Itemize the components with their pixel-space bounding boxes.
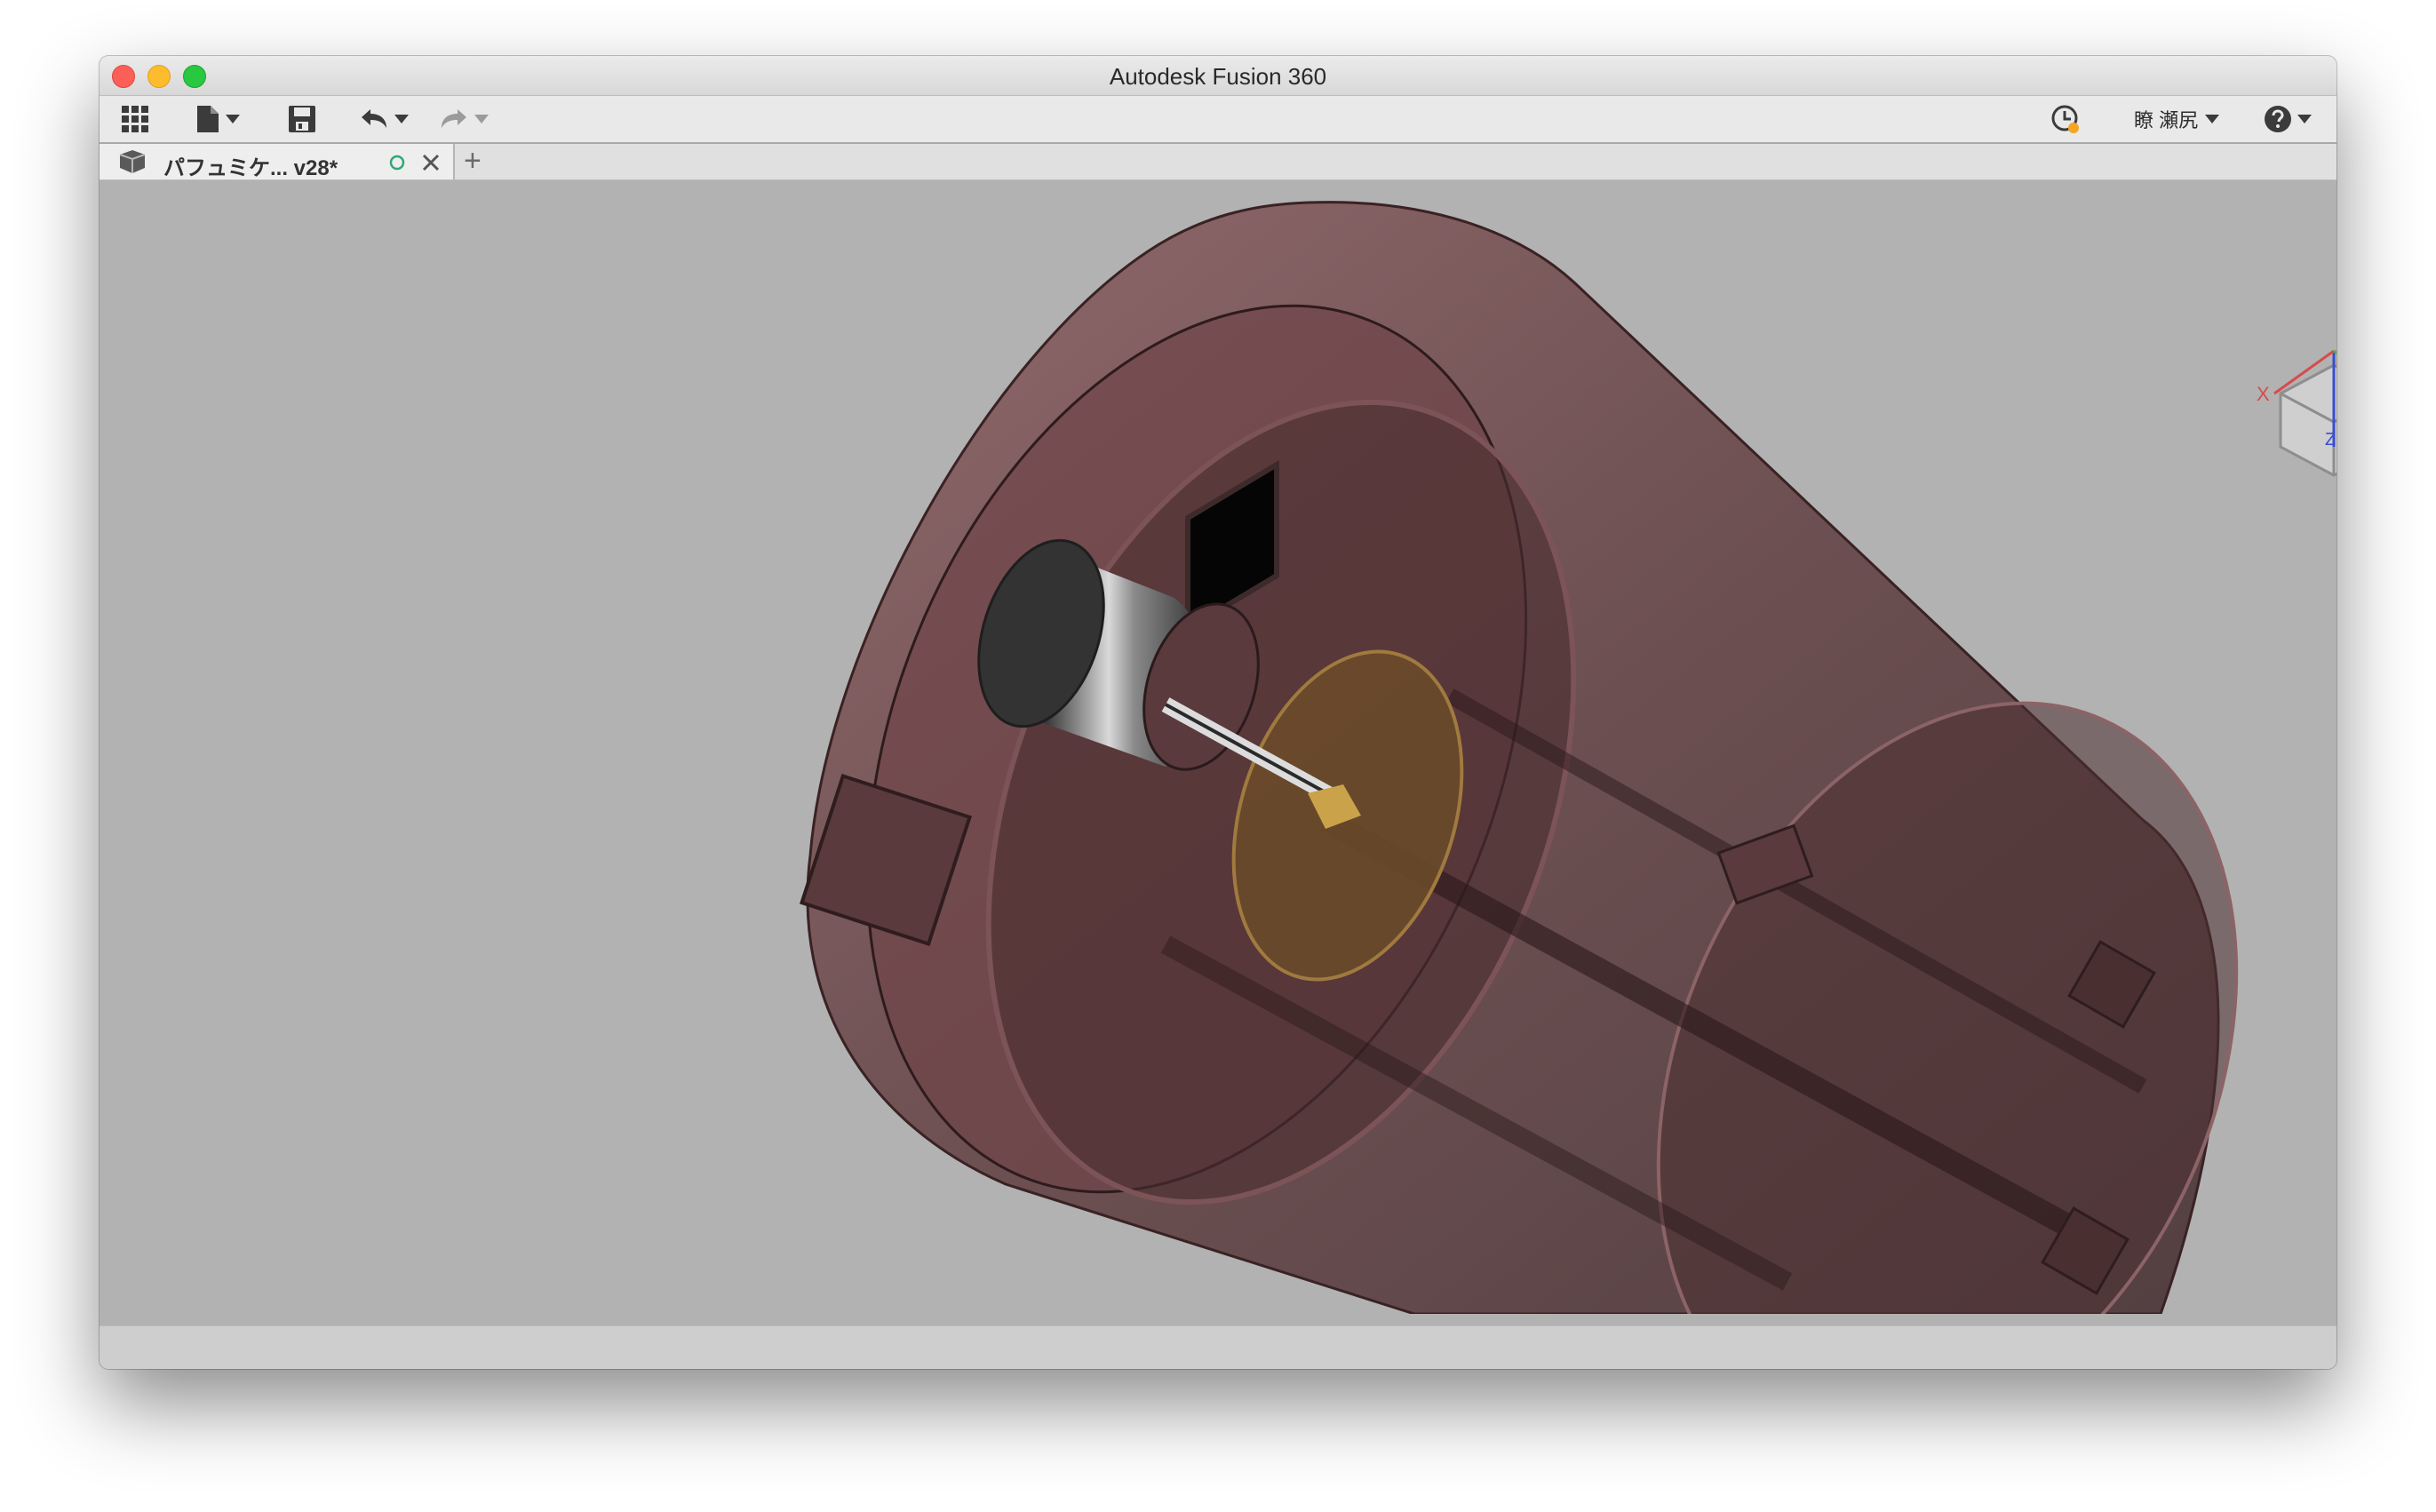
- undo-icon: [359, 107, 389, 131]
- save-icon: [288, 105, 316, 133]
- help-icon: [2264, 105, 2292, 133]
- view-cube[interactable]: X Z: [2257, 349, 2336, 477]
- component-icon: [117, 148, 147, 179]
- document-tab-bar: パフュミケ... v28* +: [100, 144, 2336, 180]
- undo-button[interactable]: [359, 105, 409, 133]
- help-menu-button[interactable]: [2264, 105, 2312, 133]
- file-menu-button[interactable]: [195, 105, 240, 133]
- viewcube-z-label: Z: [2325, 430, 2336, 450]
- user-account-menu[interactable]: 瞭 瀬尻: [2134, 105, 2220, 133]
- new-tab-button[interactable]: +: [464, 146, 482, 176]
- chevron-down-icon: [2205, 114, 2220, 124]
- app-grid-button[interactable]: [121, 105, 149, 133]
- redo-button[interactable]: [439, 105, 489, 133]
- title-bar: Autodesk Fusion 360: [100, 56, 2336, 96]
- 3d-viewport[interactable]: X Z: [100, 180, 2336, 1314]
- app-grid-icon: [121, 105, 149, 133]
- viewcube-x-label: X: [2257, 383, 2270, 405]
- job-status-button[interactable]: [2050, 105, 2081, 133]
- chevron-down-icon: [226, 114, 240, 124]
- document-tab[interactable]: パフュミケ... v28*: [100, 144, 455, 180]
- redo-history-icon: [474, 114, 489, 124]
- toolbar: 瞭 瀬尻: [100, 96, 2336, 144]
- model-body[interactable]: [744, 201, 2336, 1314]
- add-tab-icon: +: [464, 144, 482, 178]
- redo-icon: [439, 107, 469, 131]
- job-status-icon: [2050, 104, 2081, 134]
- undo-history-icon: [394, 114, 409, 124]
- status-bar: [100, 1325, 2336, 1369]
- document-tab-label: パフュミケ... v28*: [163, 156, 338, 180]
- file-icon: [195, 105, 220, 133]
- sync-status-icon: [389, 155, 405, 175]
- save-button[interactable]: [288, 105, 316, 133]
- window-title: Autodesk Fusion 360: [1109, 63, 1327, 90]
- fusion-window: Autodesk Fusion 360 瞭 瀬尻 パフュミケ... v28* +…: [100, 56, 2336, 1369]
- chevron-down-icon: [2297, 114, 2312, 124]
- user-name: 瞭 瀬尻: [2134, 109, 2199, 131]
- close-tab-icon[interactable]: [421, 153, 441, 177]
